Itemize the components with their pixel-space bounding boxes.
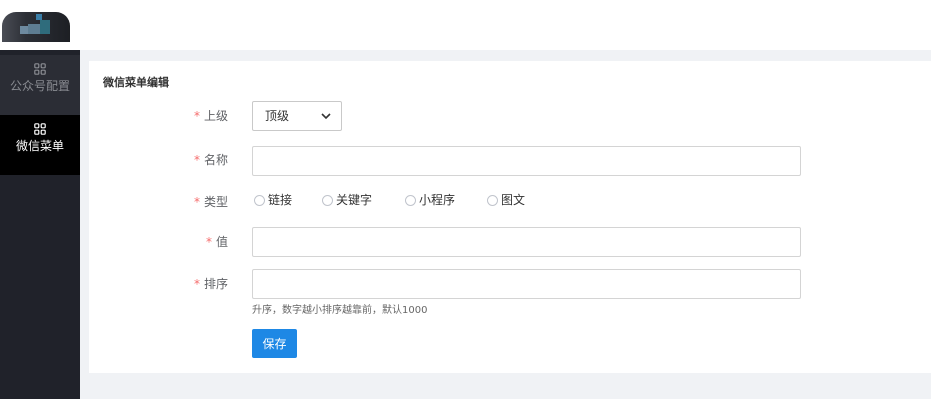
radio-circle (254, 195, 265, 206)
sidebar-item-label: 公众号配置 (9, 79, 70, 93)
type-radio-article[interactable]: 图文 (487, 193, 525, 207)
sort-input[interactable] (252, 269, 801, 299)
required-mark: * (193, 109, 200, 123)
sort-hint: 升序，数字越小排序越靠前，默认1000 (252, 305, 428, 316)
parent-select-value: 顶级 (265, 109, 290, 123)
radio-circle (487, 195, 498, 206)
radio-circle (405, 195, 416, 206)
name-input[interactable] (252, 146, 801, 176)
value-input[interactable] (252, 227, 801, 257)
sidebar: 公众号配置 微信菜单 (0, 0, 80, 399)
value-label: * 值 (205, 235, 228, 249)
form-title: 微信菜单编辑 (103, 76, 169, 89)
top-bar (80, 0, 931, 50)
parent-select[interactable]: 顶级 (252, 101, 342, 131)
type-radio-link[interactable]: 链接 (254, 193, 292, 207)
app-logo[interactable] (2, 12, 70, 42)
menu-edit-form: 微信菜单编辑 * 上级 顶级 * 名称 * 类型 链接 关键字 小程序 图文 * 值 *… (89, 61, 931, 373)
required-mark: * (205, 235, 212, 249)
save-button[interactable]: 保存 (252, 329, 297, 358)
sidebar-item-label: 微信菜单 (15, 139, 64, 153)
type-radio-miniprogram[interactable]: 小程序 (405, 193, 455, 207)
required-mark: * (193, 195, 200, 209)
sort-label: * 排序 (193, 277, 228, 291)
name-label: * 名称 (193, 153, 228, 167)
required-mark: * (193, 153, 200, 167)
logo-area (0, 0, 80, 50)
sidebar-item-account-config[interactable]: 公众号配置 (0, 55, 80, 115)
chevron-down-icon (321, 113, 331, 120)
radio-circle (322, 195, 333, 206)
sidebar-item-wechat-menu[interactable]: 微信菜单 (0, 115, 80, 175)
required-mark: * (193, 277, 200, 291)
grid-icon (34, 63, 46, 75)
type-label: * 类型 (193, 195, 228, 209)
grid-icon (34, 123, 46, 135)
type-radio-keyword[interactable]: 关键字 (322, 193, 372, 207)
parent-label: * 上级 (193, 109, 228, 123)
